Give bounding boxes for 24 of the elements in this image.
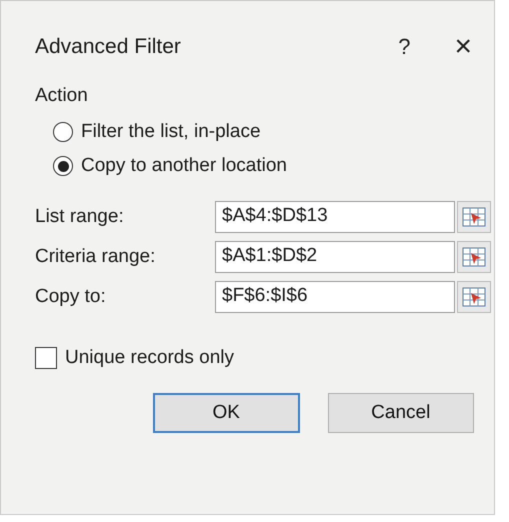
range-field[interactable]: $A$4:$D$13 — [215, 201, 455, 233]
range-picker-button[interactable] — [457, 201, 491, 233]
help-button[interactable]: ? — [398, 34, 410, 60]
range-picker-button[interactable] — [457, 241, 491, 273]
range-picker-icon — [462, 207, 486, 227]
close-button[interactable]: × — [454, 33, 472, 61]
checkbox[interactable] — [35, 347, 57, 369]
field-label: Copy to: — [35, 286, 107, 308]
radio-option[interactable]: Filter the list, in-place — [53, 115, 474, 149]
section-label: Action — [35, 85, 89, 107]
field-label: List range: — [35, 206, 125, 228]
range-field[interactable]: $F$6:$I$6 — [215, 281, 455, 313]
range-field[interactable]: $A$1:$D$2 — [215, 241, 455, 273]
range-picker-button[interactable] — [457, 281, 491, 313]
ok-button[interactable]: OK — [153, 393, 300, 433]
radio-button[interactable] — [53, 122, 73, 142]
field-label: Criteria range: — [35, 246, 156, 268]
radio-button[interactable] — [53, 156, 73, 176]
range-picker-icon — [462, 287, 486, 307]
range-picker-icon — [462, 247, 486, 267]
radio-option[interactable]: Copy to another location — [53, 149, 474, 183]
checkbox-option[interactable]: Unique records only — [35, 341, 474, 375]
window-title: Advanced Filter — [35, 35, 182, 59]
cancel-button[interactable]: Cancel — [328, 393, 474, 433]
